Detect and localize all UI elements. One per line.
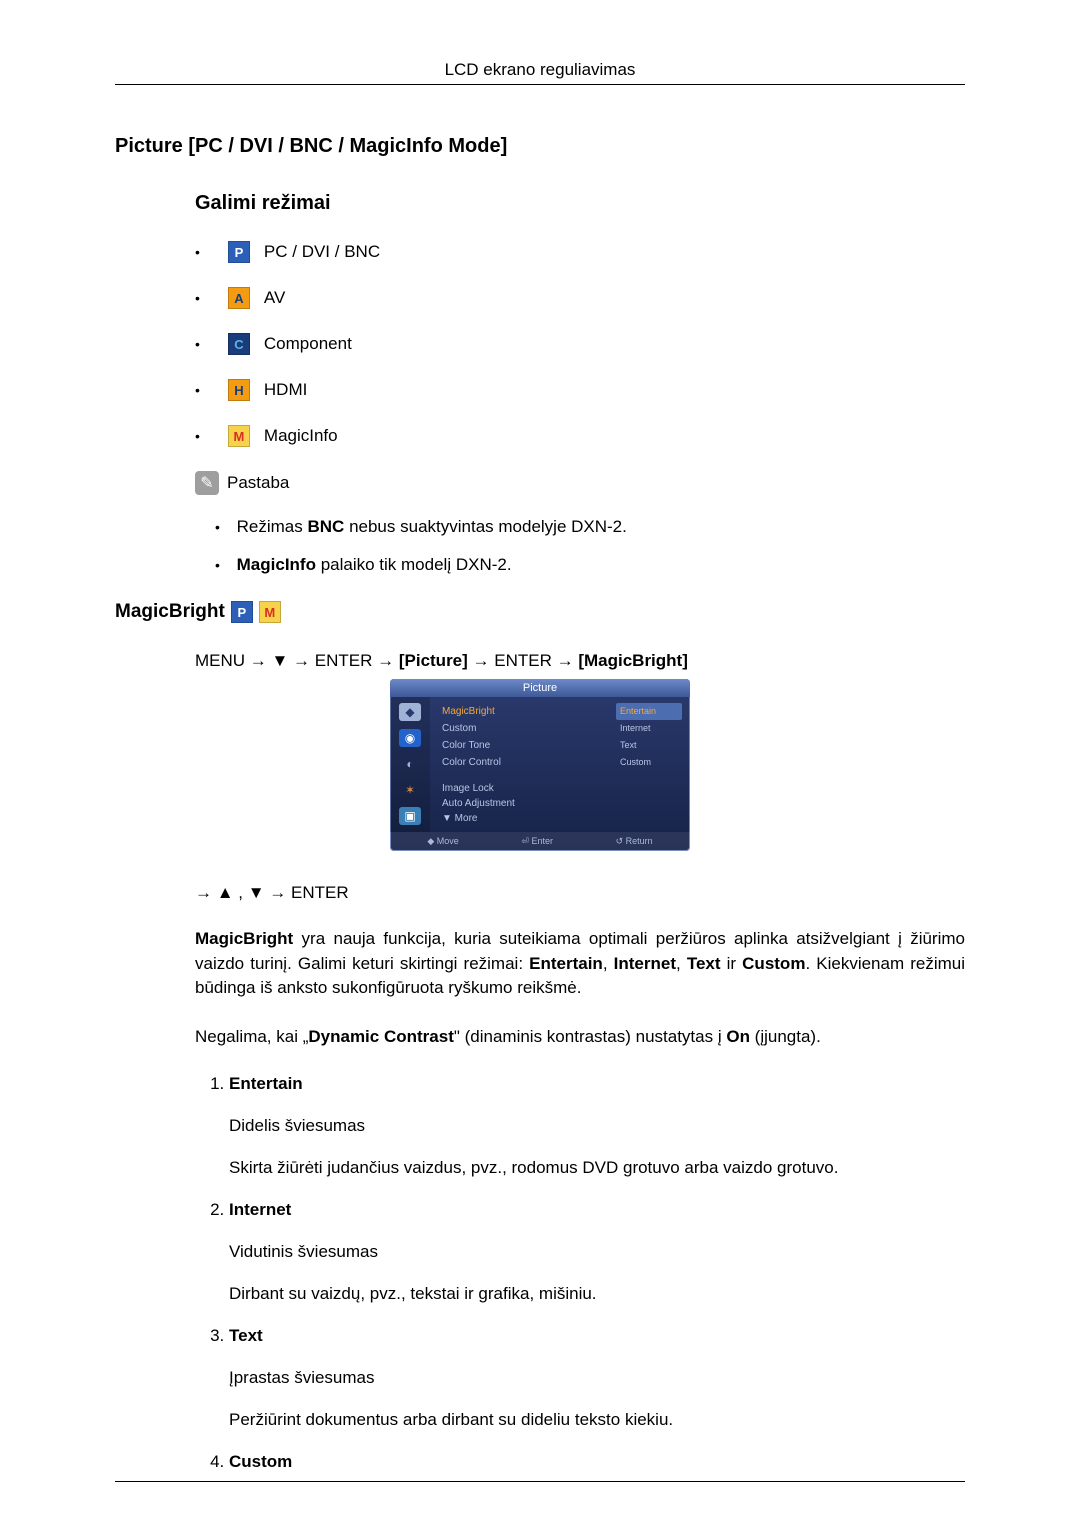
desc-bold: Internet [614,954,676,973]
item-title: Internet [229,1200,965,1220]
dynamic-contrast-note: Negalima, kai „Dynamic Contrast" (dinami… [115,1025,965,1050]
mode-label: HDMI [264,380,307,400]
osd-menu-item: Auto Adjustment [442,796,515,811]
desc-bold: Text [687,954,721,973]
osd-sidebar-icon: ▣ [399,807,421,825]
desc-text: , [603,954,614,973]
osd-value: Custom [616,754,682,771]
osd-value: Internet [616,720,682,737]
osd-value: Text [616,737,682,754]
list-item-internet: Internet Vidutinis šviesumas Dirbant su … [229,1200,965,1304]
osd-screenshot: Picture ◆ ◉ ◐ ✶ ▣ MagicBright Entertain C… [115,679,965,851]
subheading-available-modes: Galimi režimai [115,192,965,215]
osd-menu-item: Image Lock [442,781,494,796]
note-item: MagicInfo palaiko tik modelį DXN-2. [215,555,965,575]
item-title: Text [229,1326,965,1346]
osd-sidebar-icon: ◐ [399,755,421,773]
mode-label: Component [264,334,352,354]
item-text: Peržiūrint dokumentus arba dirbant su di… [229,1410,965,1430]
note-title: Pastaba [227,473,289,493]
mode-h-icon: H [228,379,250,401]
item-text: Skirta žiūrėti judančius vaizdus, pvz., … [229,1158,965,1178]
list-item-entertain: Entertain Didelis šviesumas Skirta žiūrė… [229,1074,965,1178]
osd-footer: ◆ Move ⏎ Enter ↺ Return [390,832,690,851]
list-item-text: Text Įprastas šviesumas Peržiūrint dokum… [229,1326,965,1430]
item-title: Custom [229,1452,965,1472]
desc-bold: On [726,1027,750,1046]
osd-sidebar-icon: ◉ [399,729,421,747]
note-header: ✎ Pastaba [115,471,965,495]
path-text: → ENTER → [468,651,579,670]
desc-bold: Dynamic Contrast [308,1027,453,1046]
item-text: Vidutinis šviesumas [229,1242,965,1262]
osd-title: Picture [390,679,690,697]
list-item-custom: Custom [229,1452,965,1472]
note-text: palaiko tik modelį DXN-2. [316,555,512,574]
note-icon: ✎ [195,471,219,495]
osd-menu-item: Custom [442,721,476,736]
note-text: nebus suaktyvintas modelyje DXN-2. [344,517,627,536]
page-header: LCD ekrano reguliavimas [115,60,965,85]
path-bold: [MagicBright] [578,651,688,670]
mode-a-icon: A [228,287,250,309]
osd-menu-item: ▼ More [442,811,477,826]
desc-bold: Custom [742,954,805,973]
magicbright-mode-list: Entertain Didelis šviesumas Skirta žiūrė… [115,1074,965,1472]
page-footer-rule [115,1481,965,1482]
mode-m-icon: M [228,425,250,447]
osd-sidebar-icon: ✶ [399,781,421,799]
note-item: Režimas BNC nebus suaktyvintas modelyje … [215,517,965,537]
item-text: Įprastas šviesumas [229,1368,965,1388]
desc-bold: MagicBright [195,929,293,948]
note-bold: BNC [308,517,345,536]
menu-navigation-path-2: → ▲ , ▼ → ENTER [115,883,965,903]
mode-label: MagicInfo [264,426,338,446]
note-list: Režimas BNC nebus suaktyvintas modelyje … [115,517,965,575]
magicbright-description: MagicBright yra nauja funkcija, kuria su… [115,927,965,1001]
mode-label: AV [264,288,285,308]
osd-footer-label: Enter [531,836,553,846]
mode-list: P PC / DVI / BNC A AV C Component H HDMI… [115,241,965,447]
desc-text: (įjungta). [750,1027,821,1046]
heading-text: MagicBright [115,601,225,623]
mode-item-pc: P PC / DVI / BNC [195,241,965,263]
path-bold: [Picture] [399,651,468,670]
mode-label: PC / DVI / BNC [264,242,380,262]
osd-menu-item: MagicBright [442,704,495,719]
mode-c-icon: C [228,333,250,355]
subheading-magicbright: MagicBright P M [115,601,965,623]
mode-m-icon: M [259,601,281,623]
item-text: Didelis šviesumas [229,1116,965,1136]
item-text: Dirbant su vaizdų, pvz., tekstai ir graf… [229,1284,965,1304]
mode-p-icon: P [228,241,250,263]
item-title: Entertain [229,1074,965,1094]
osd-sidebar: ◆ ◉ ◐ ✶ ▣ [390,697,430,832]
mode-item-av: A AV [195,287,965,309]
osd-footer-label: Return [626,836,653,846]
desc-text: , [676,954,687,973]
mode-item-hdmi: H HDMI [195,379,965,401]
osd-menu-item: Color Control [442,755,501,770]
desc-text: ir [721,954,743,973]
note-text: Režimas [237,517,308,536]
note-bold: MagicInfo [237,555,316,574]
section-heading-picture: Picture [PC / DVI / BNC / MagicInfo Mode… [115,135,965,158]
osd-menu: MagicBright Entertain Custom Internet Colo… [430,697,690,832]
mode-p-icon: P [231,601,253,623]
mode-item-component: C Component [195,333,965,355]
path-text: MENU → ▼ → ENTER → [195,651,399,670]
osd-value: Entertain [616,703,682,720]
desc-text: " (dinaminis kontrastas) nustatytas į [454,1027,726,1046]
menu-navigation-path: MENU → ▼ → ENTER → [Picture] → ENTER → [… [115,651,965,671]
desc-text: Negalima, kai „ [195,1027,308,1046]
osd-footer-label: Move [437,836,459,846]
desc-bold: Entertain [529,954,603,973]
osd-sidebar-icon: ◆ [399,703,421,721]
mode-item-magicinfo: M MagicInfo [195,425,965,447]
osd-menu-item: Color Tone [442,738,490,753]
